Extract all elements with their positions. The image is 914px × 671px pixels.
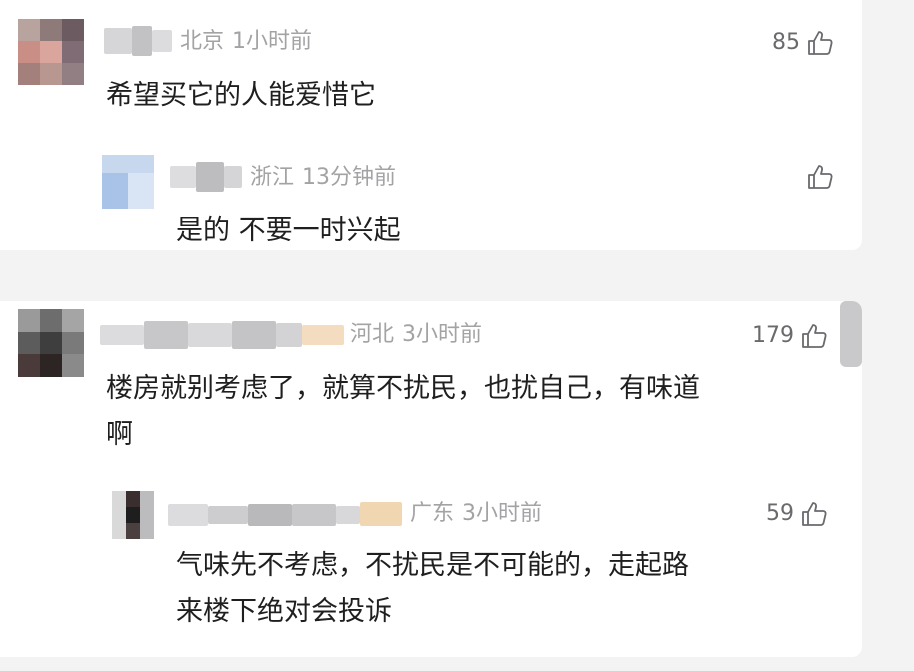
scrollbar[interactable] — [840, 301, 862, 367]
reply-meta: 广东 3小时前 — [410, 501, 542, 527]
avatar[interactable] — [18, 309, 84, 377]
comment-card: 北京 1小时前 85 希望买它的人能爱惜它 浙江 13分钟前 是的 不要一时兴起 — [0, 0, 862, 250]
reply-time: 3小时前 — [462, 501, 543, 526]
comment-text: 楼房就别考虑了，就算不扰民，也扰自己，有味道 啊 — [106, 366, 700, 458]
reply-text-line: 来楼下绝对会投诉 — [176, 596, 392, 627]
like-count: 179 — [752, 323, 794, 348]
like-count: 85 — [772, 30, 800, 55]
reply-like-count: 59 — [766, 501, 794, 526]
reply-avatar[interactable] — [102, 155, 154, 209]
comment-text-line: 啊 — [106, 419, 133, 450]
comment-time: 3小时前 — [402, 322, 483, 347]
comment-meta: 北京 1小时前 — [180, 29, 312, 55]
reply-text: 是的 不要一时兴起 — [176, 208, 401, 250]
comment-location: 河北 — [350, 322, 395, 347]
comment-meta: 河北 3小时前 — [350, 322, 482, 348]
reply-text-line: 是的 不要一时兴起 — [176, 215, 401, 246]
like-button[interactable]: 179 — [752, 321, 828, 351]
thumbs-up-icon — [800, 500, 828, 528]
avatar[interactable] — [18, 19, 84, 85]
comment-card: 河北 3小时前 179 楼房就别考虑了，就算不扰民，也扰自己，有味道 啊 广东 3小… — [0, 301, 862, 657]
comment-text-line: 楼房就别考虑了，就算不扰民，也扰自己，有味道 — [106, 373, 700, 404]
comment-time: 1小时前 — [232, 29, 313, 54]
comment-location: 北京 — [180, 29, 225, 54]
reply-avatar[interactable] — [112, 491, 154, 539]
reply-username-blurred[interactable] — [168, 496, 402, 532]
reply-username-blurred[interactable] — [170, 158, 242, 196]
thumbs-up-icon — [806, 29, 834, 57]
reply-text-line: 气味先不考虑，不扰民是不可能的，走起路 — [176, 550, 689, 581]
comment-text-line: 希望买它的人能爱惜它 — [106, 80, 376, 111]
reply-like-button[interactable] — [800, 163, 834, 191]
comment-text: 希望买它的人能爱惜它 — [106, 73, 376, 119]
like-button[interactable]: 85 — [772, 28, 834, 58]
thumbs-up-icon — [800, 322, 828, 350]
reply-time: 13分钟前 — [302, 165, 397, 190]
thumbs-up-icon — [806, 163, 834, 191]
username-blurred[interactable] — [104, 22, 172, 60]
username-blurred[interactable] — [100, 315, 344, 353]
reply-like-button[interactable]: 59 — [766, 499, 828, 529]
reply-location: 广东 — [410, 501, 455, 526]
reply-meta: 浙江 13分钟前 — [250, 165, 396, 191]
reply-location: 浙江 — [250, 165, 295, 190]
reply-text: 气味先不考虑，不扰民是不可能的，走起路 来楼下绝对会投诉 — [176, 543, 689, 635]
